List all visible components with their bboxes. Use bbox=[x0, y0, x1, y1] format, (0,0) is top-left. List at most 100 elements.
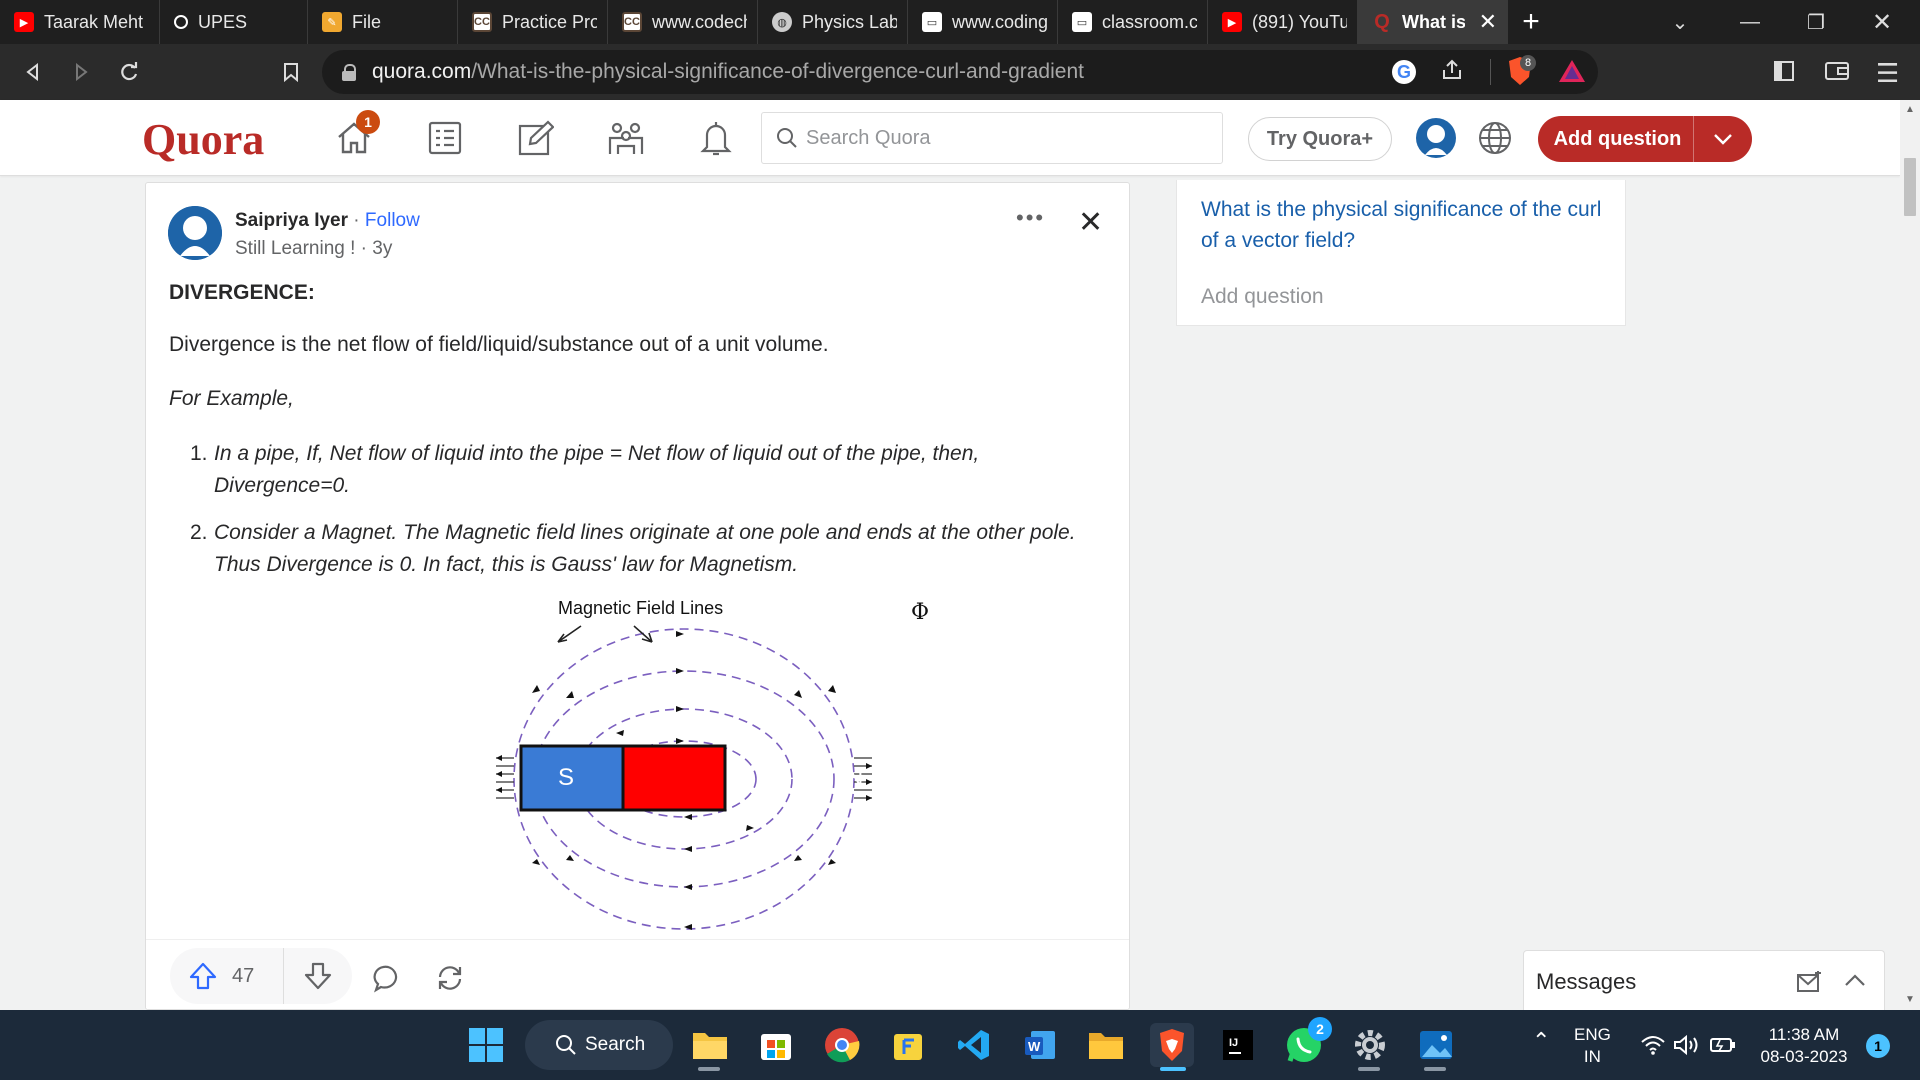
reload-icon[interactable] bbox=[106, 49, 152, 95]
messages-panel[interactable]: Messages bbox=[1523, 950, 1885, 1010]
menu-icon[interactable]: ☰ bbox=[1876, 58, 1899, 89]
chrome-icon[interactable] bbox=[820, 1023, 864, 1067]
answer-edit-icon[interactable] bbox=[516, 118, 556, 158]
share-icon[interactable] bbox=[1440, 58, 1464, 88]
tab-file[interactable]: ✎ File bbox=[308, 0, 458, 44]
spaces-icon[interactable] bbox=[606, 118, 646, 158]
page-scrollbar[interactable]: ▲ ▼ bbox=[1900, 100, 1920, 1010]
microsoft-store-icon[interactable] bbox=[754, 1023, 798, 1067]
scroll-up-arrow-icon[interactable]: ▲ bbox=[1905, 104, 1915, 115]
lock-icon bbox=[342, 64, 356, 81]
vscode-icon[interactable] bbox=[952, 1023, 996, 1067]
notifications-bell-icon[interactable] bbox=[696, 118, 736, 158]
vote-group: 47 bbox=[170, 948, 352, 1004]
forward-icon[interactable] bbox=[58, 49, 104, 95]
running-indicator bbox=[698, 1067, 720, 1071]
home-icon[interactable]: 1 bbox=[334, 110, 380, 158]
globe-icon: ◍ bbox=[772, 12, 792, 32]
search-icon bbox=[556, 1035, 576, 1055]
scrollbar-thumb[interactable] bbox=[1904, 158, 1916, 216]
close-icon[interactable]: ✕ bbox=[1078, 205, 1103, 240]
file-explorer-icon[interactable] bbox=[688, 1023, 732, 1067]
tab-label: classroom.co bbox=[1102, 11, 1197, 32]
file-icon: ✎ bbox=[322, 12, 342, 32]
downvote-button[interactable] bbox=[284, 961, 352, 991]
clock[interactable]: 11:38 AM 08-03-2023 bbox=[1756, 1024, 1852, 1068]
youtube-icon: ▶ bbox=[1222, 12, 1242, 32]
wallet-icon[interactable] bbox=[1824, 60, 1850, 87]
tab-practice[interactable]: CC Practice Pro bbox=[458, 0, 608, 44]
new-tab-button[interactable]: + bbox=[1508, 0, 1554, 44]
photos-icon[interactable] bbox=[1414, 1023, 1458, 1067]
whatsapp-icon[interactable]: 2 bbox=[1282, 1017, 1332, 1067]
classroom-icon: ▭ bbox=[1072, 12, 1092, 32]
language-indicator[interactable]: ENG IN bbox=[1574, 1024, 1611, 1068]
tab-search-chevron-icon[interactable]: ⌄ bbox=[1650, 0, 1710, 44]
tab-taarak[interactable]: ▶ Taarak Meht bbox=[0, 0, 160, 44]
language-code: ENG bbox=[1574, 1025, 1611, 1044]
notification-center-badge[interactable]: 1 bbox=[1866, 1034, 1890, 1058]
upes-icon bbox=[174, 15, 188, 29]
address-bar[interactable]: quora.com/What-is-the-physical-significa… bbox=[322, 50, 1598, 94]
close-window-icon[interactable]: ✕ bbox=[1852, 0, 1912, 44]
related-question-link[interactable]: What is the physical significance of the… bbox=[1201, 194, 1611, 256]
word-icon[interactable]: W bbox=[1018, 1023, 1062, 1067]
upvote-button[interactable]: 47 bbox=[170, 948, 284, 1004]
tab-label: (891) YouTu bbox=[1252, 11, 1347, 32]
search-input[interactable] bbox=[806, 126, 1186, 150]
brave-taskbar-icon[interactable] bbox=[1150, 1023, 1194, 1067]
scroll-down-arrow-icon[interactable]: ▼ bbox=[1905, 994, 1915, 1005]
brave-rewards-icon[interactable] bbox=[1558, 58, 1586, 89]
profile-avatar[interactable] bbox=[1415, 117, 1457, 159]
comment-icon[interactable] bbox=[368, 958, 408, 998]
compose-message-icon[interactable] bbox=[1796, 970, 1822, 998]
add-question-button[interactable]: Add question bbox=[1538, 116, 1752, 162]
windows-start-icon[interactable] bbox=[464, 1023, 508, 1067]
google-icon[interactable]: G bbox=[1392, 60, 1416, 84]
tab-label: www.codech bbox=[652, 11, 747, 32]
tab-upes[interactable]: UPES bbox=[160, 0, 308, 44]
tab-codechef[interactable]: CC www.codech bbox=[608, 0, 758, 44]
flipkart-icon[interactable] bbox=[886, 1023, 930, 1067]
restore-icon[interactable]: ❐ bbox=[1786, 0, 1846, 44]
intellij-icon[interactable]: IJ bbox=[1216, 1023, 1260, 1067]
minimize-icon[interactable]: — bbox=[1720, 0, 1780, 44]
wifi-icon[interactable] bbox=[1636, 1023, 1670, 1067]
tab-classroom[interactable]: ▭ classroom.co bbox=[1058, 0, 1208, 44]
chevron-up-icon[interactable] bbox=[1844, 973, 1866, 992]
close-tab-icon[interactable]: ✕ bbox=[1479, 9, 1497, 35]
tab-youtube[interactable]: ▶ (891) YouTu bbox=[1208, 0, 1358, 44]
battery-icon[interactable] bbox=[1706, 1023, 1740, 1067]
search-box[interactable] bbox=[761, 112, 1223, 164]
following-icon[interactable] bbox=[425, 118, 465, 158]
add-question-link[interactable]: Add question bbox=[1201, 285, 1324, 309]
tab-label: UPES bbox=[198, 11, 248, 32]
folder-icon[interactable] bbox=[1084, 1023, 1128, 1067]
show-hidden-icons-chevron[interactable]: ⌃ bbox=[1532, 1030, 1550, 1052]
chevron-down-icon[interactable] bbox=[1694, 133, 1752, 145]
author-credential: Still Learning ! · 3y bbox=[235, 238, 393, 259]
active-app-indicator bbox=[1160, 1067, 1186, 1071]
quora-logo[interactable]: Quora bbox=[142, 114, 264, 165]
downvote-arrow-icon bbox=[304, 962, 332, 990]
volume-icon[interactable] bbox=[1670, 1023, 1704, 1067]
tab-quora-active[interactable]: Q What is ✕ bbox=[1358, 0, 1508, 44]
brave-shield-icon[interactable]: 8 bbox=[1506, 55, 1536, 87]
settings-gear-icon[interactable] bbox=[1348, 1023, 1392, 1067]
tab-physics-lab[interactable]: ◍ Physics Lab bbox=[758, 0, 908, 44]
try-quora-plus-button[interactable]: Try Quora+ bbox=[1248, 117, 1392, 161]
bookmark-icon[interactable] bbox=[268, 49, 314, 95]
share-reshare-icon[interactable] bbox=[430, 958, 470, 998]
search-icon bbox=[777, 128, 797, 148]
codechef-icon: CC bbox=[472, 12, 492, 32]
follow-link[interactable]: Follow bbox=[365, 210, 420, 231]
tab-coding[interactable]: ▭ www.coding bbox=[908, 0, 1058, 44]
author-name[interactable]: Saipriya Iyer bbox=[235, 210, 348, 231]
back-icon[interactable] bbox=[10, 49, 56, 95]
magnetic-field-figure: Magnetic Field Lines Φ S N bbox=[466, 598, 929, 948]
more-options-icon[interactable]: ••• bbox=[1016, 205, 1045, 231]
author-avatar[interactable] bbox=[168, 206, 222, 260]
taskbar-search[interactable]: Search bbox=[525, 1020, 673, 1070]
language-globe-icon[interactable] bbox=[1475, 118, 1515, 158]
sidebar-toggle-icon[interactable] bbox=[1773, 60, 1795, 87]
